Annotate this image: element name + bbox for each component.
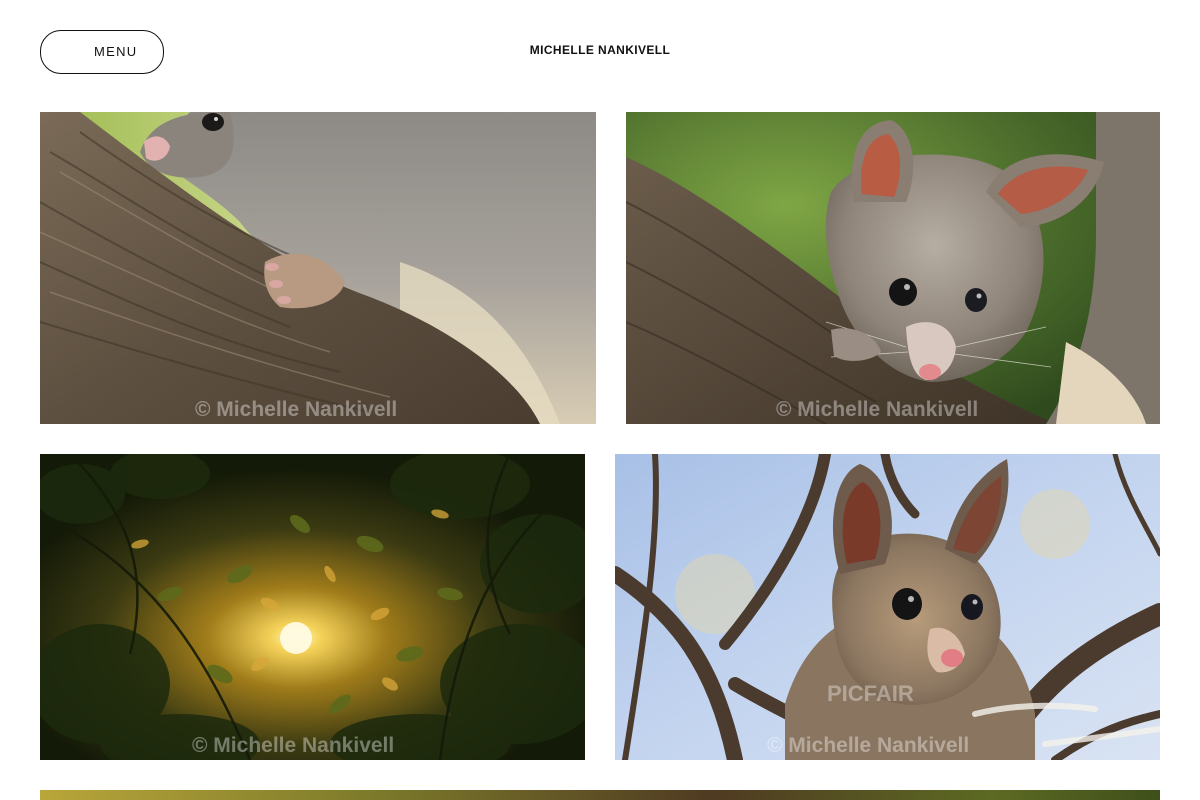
photo-possum-portrait-image — [626, 112, 1160, 424]
photo-watermark: © Michelle Nankivell — [767, 734, 970, 757]
gallery-photo-2[interactable]: © Michelle Nankivell — [626, 112, 1160, 424]
gallery-photo-3[interactable]: © Michelle Nankivell — [40, 454, 585, 760]
photo-sun-leaves-image — [40, 454, 585, 760]
gallery-photo-1[interactable]: © Michelle Nankivell — [40, 112, 596, 424]
site-header: MENU MICHELLE NANKIVELL — [0, 0, 1200, 100]
photo-watermark: © Michelle Nankivell — [195, 398, 398, 421]
photo-watermark: © Michelle Nankivell — [776, 398, 979, 421]
photo-possum-side-image — [40, 112, 596, 424]
site-title[interactable]: MICHELLE NANKIVELL — [0, 43, 1200, 58]
photo-partial-image — [40, 790, 1160, 800]
gallery-photo-5[interactable] — [40, 790, 1160, 800]
gallery-photo-4[interactable]: PICFAIR © Michelle Nankivell — [615, 454, 1160, 760]
photo-watermark: © Michelle Nankivell — [192, 734, 395, 757]
photo-possum-tree-image — [615, 454, 1160, 760]
photo-brand-watermark: PICFAIR — [827, 681, 914, 706]
